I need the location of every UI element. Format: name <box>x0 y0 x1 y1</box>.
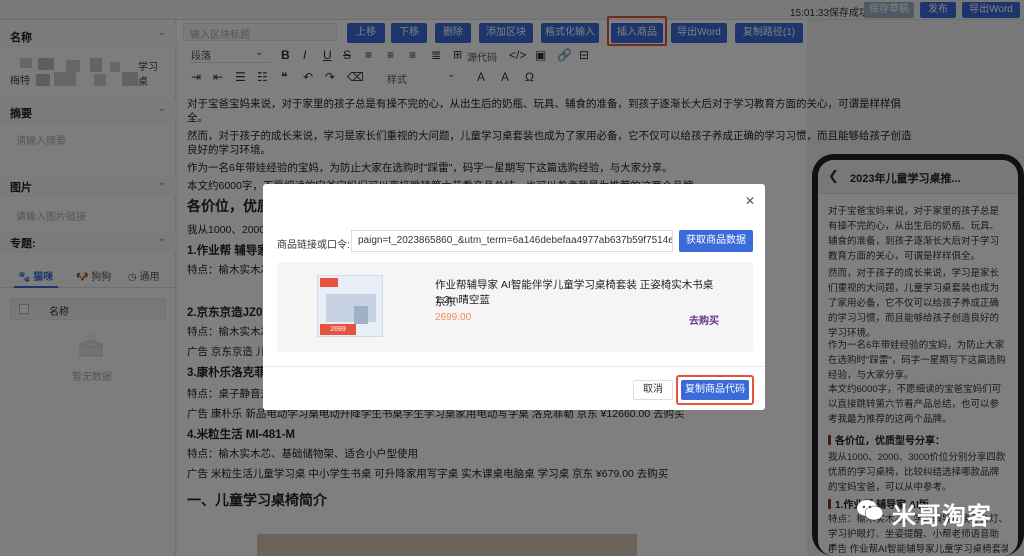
fetch-product-button[interactable]: 获取商品数据 <box>679 230 753 252</box>
wechat-icon <box>857 500 884 521</box>
thumbnail-price: 2699 <box>320 324 356 335</box>
product-shop: 京东 <box>435 296 456 308</box>
watermark-text: 米哥淘客 <box>892 503 992 530</box>
product-link-input[interactable]: paign=t_2023865860_&utm_term=6a146debefa… <box>351 230 673 252</box>
modal-divider <box>263 366 765 367</box>
buy-link[interactable]: 去购买 <box>689 312 719 327</box>
cancel-button[interactable]: 取消 <box>633 380 673 400</box>
product-thumbnail: 2699 <box>317 275 383 337</box>
product-price: 2699.00 <box>435 312 472 323</box>
insert-product-modal: ✕ 商品链接或口令: paign=t_2023865860_&utm_term=… <box>263 184 765 410</box>
product-card: 2699 作业帮辅导家 AI智能伴学儿童学习桌椅套装 正姿椅实木书桌 1.2m晴… <box>277 262 753 352</box>
product-link-label: 商品链接或口令: <box>277 240 350 251</box>
watermark: 米哥淘客 <box>856 494 1016 530</box>
product-title: 作业帮辅导家 AI智能伴学儿童学习桌椅套装 正姿椅实木书桌 1.2m晴空蓝 <box>435 279 714 306</box>
close-icon[interactable]: ✕ <box>745 194 755 208</box>
copy-code-highlight <box>676 375 754 405</box>
